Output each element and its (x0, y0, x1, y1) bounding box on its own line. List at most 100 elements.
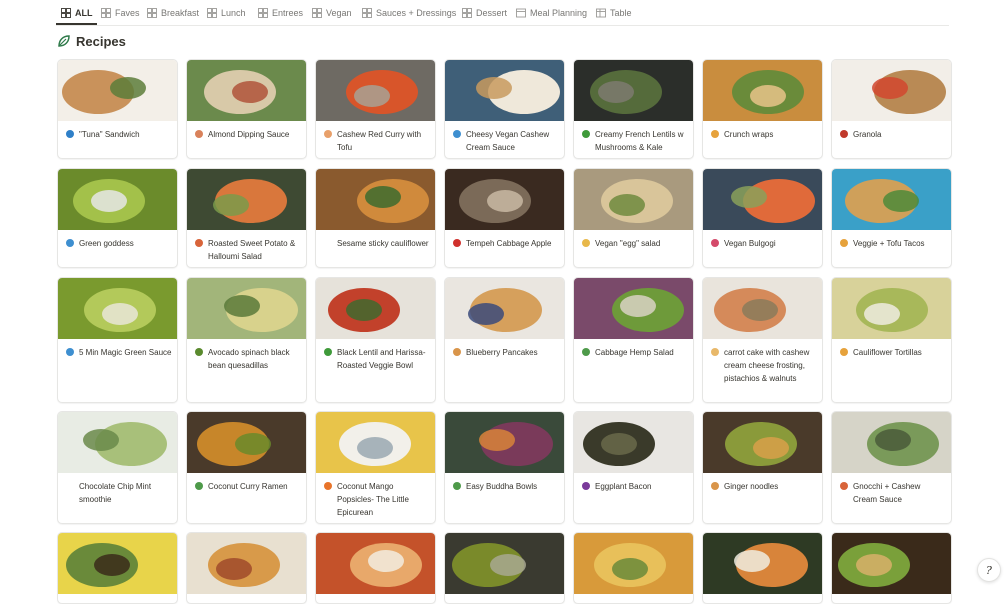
recipe-card[interactable]: Black Lentil and Harissa-Roasted Veggie … (315, 277, 436, 403)
recipe-title: Eggplant Bacon (595, 482, 652, 491)
recipe-card[interactable] (444, 532, 565, 604)
recipe-photo (574, 60, 693, 121)
recipe-photo (187, 412, 306, 473)
taco-icon (840, 348, 848, 356)
recipe-title: Ginger noodles (724, 482, 779, 491)
recipe-photo (832, 169, 951, 230)
recipe-card[interactable]: Crunch wraps (702, 59, 823, 159)
recipe-card[interactable]: Vegan "egg" salad (573, 168, 694, 268)
tab-7[interactable]: Dessert (462, 4, 507, 21)
recipe-title: Cheesy Vegan Cashew Cream Sauce (466, 130, 550, 152)
active-tab-indicator (56, 23, 97, 25)
recipe-title: Coconut Curry Ramen (208, 482, 288, 491)
pancakes-icon (453, 348, 461, 356)
taco-icon (840, 239, 848, 247)
recipe-card[interactable]: Vegan Bulgogi (702, 168, 823, 268)
table-icon (596, 8, 606, 17)
recipe-card[interactable]: 5 Min Magic Green Sauce (57, 277, 178, 403)
help-button[interactable]: ? (977, 558, 1001, 582)
recipe-card[interactable]: Avocado spinach black bean quesadillas (186, 277, 307, 403)
recipe-title: Coconut Mango Popsicles- The Little Epic… (337, 482, 409, 517)
recipe-photo (574, 533, 693, 594)
recipe-card[interactable]: Green goddess (57, 168, 178, 268)
recipe-card[interactable]: Veggie + Tofu Tacos (831, 168, 952, 268)
recipe-photo (445, 278, 564, 339)
recipe-title: Veggie + Tofu Tacos (853, 239, 925, 248)
tab-5[interactable]: Vegan (312, 4, 352, 21)
tab-9[interactable]: Table (596, 4, 632, 21)
recipe-card[interactable] (57, 532, 178, 604)
recipe-photo (445, 533, 564, 594)
recipe-title: Granola (853, 130, 882, 139)
recipe-photo (316, 169, 435, 230)
recipe-card[interactable]: Roasted Sweet Potato & Halloumi Salad (186, 168, 307, 268)
recipe-photo (445, 412, 564, 473)
ramen-icon (195, 482, 203, 490)
mango-icon (324, 482, 332, 490)
avocado-icon (195, 348, 203, 356)
recipe-title: Black Lentil and Harissa-Roasted Veggie … (337, 348, 426, 370)
tab-1[interactable]: Faves (101, 4, 140, 21)
recipe-title: Blueberry Pancakes (466, 348, 538, 357)
recipe-card[interactable]: Blueberry Pancakes (444, 277, 565, 403)
recipe-card[interactable]: Gnocchi + Cashew Cream Sauce (831, 411, 952, 524)
recipe-photo (832, 60, 951, 121)
taco-icon (711, 130, 719, 138)
grid-icon (312, 7, 322, 18)
recipe-card[interactable]: carrot cake with cashew cream cheese fro… (702, 277, 823, 403)
recipe-card[interactable]: Coconut Curry Ramen (186, 411, 307, 524)
tab-2[interactable]: Breakfast (147, 4, 199, 21)
recipe-card[interactable]: Cauliflower Tortillas (831, 277, 952, 403)
recipe-title: Almond Dipping Sauce (208, 130, 290, 139)
recipe-card[interactable]: Ginger noodles (702, 411, 823, 524)
recipe-title: Vegan Bulgogi (724, 239, 776, 248)
droplet-icon (453, 130, 461, 138)
recipe-photo (703, 60, 822, 121)
recipe-title: Easy Buddha Bowls (466, 482, 538, 491)
recipe-card[interactable]: Creamy French Lentils w Mushrooms & Kale (573, 59, 694, 159)
tab-8[interactable]: Meal Planning (516, 4, 587, 21)
sandwich-icon (582, 239, 590, 247)
recipe-card[interactable]: Sesame sticky cauliflower (315, 168, 436, 268)
recipe-title: Vegan "egg" salad (595, 239, 661, 248)
tab-0[interactable]: ALL (61, 4, 93, 21)
recipe-card[interactable]: Cashew Red Curry with Tofu (315, 59, 436, 159)
recipe-card[interactable]: Chocolate Chip Mint smoothie (57, 411, 178, 524)
recipe-photo (574, 412, 693, 473)
recipe-photo (187, 278, 306, 339)
recipe-card[interactable]: Tempeh Cabbage Apple (444, 168, 565, 268)
leaf-icon (58, 35, 70, 47)
recipe-card[interactable] (702, 532, 823, 604)
recipe-card[interactable]: Cabbage Hemp Salad (573, 277, 694, 403)
recipe-card[interactable] (186, 532, 307, 604)
tab-4[interactable]: Entrees (258, 4, 303, 21)
tab-label: ALL (75, 7, 93, 18)
recipe-photo (58, 60, 177, 121)
tab-label: Breakfast (161, 7, 200, 18)
recipe-photo (574, 169, 693, 230)
recipe-card[interactable]: Almond Dipping Sauce (186, 59, 307, 159)
recipe-photo (703, 169, 822, 230)
tab-3[interactable]: Lunch (207, 4, 246, 21)
pasta-icon (840, 482, 848, 490)
tab-label: Vegan (326, 7, 352, 18)
recipe-card[interactable]: "Tuna" Sandwich (57, 59, 178, 159)
fish-icon (66, 130, 74, 138)
recipe-title: Chocolate Chip Mint smoothie (79, 482, 152, 504)
recipe-photo (316, 278, 435, 339)
recipe-title: Roasted Sweet Potato & Halloumi Salad (208, 239, 296, 261)
recipe-card[interactable]: Granola (831, 59, 952, 159)
recipe-card[interactable] (831, 532, 952, 604)
recipe-card[interactable] (315, 532, 436, 604)
almond-icon (195, 130, 203, 138)
recipe-card[interactable]: Eggplant Bacon (573, 411, 694, 524)
tab-label: Sauces + Dressings (376, 7, 457, 18)
grid-icon (101, 7, 111, 18)
recipe-card[interactable]: Cheesy Vegan Cashew Cream Sauce (444, 59, 565, 159)
tab-label: Table (610, 7, 632, 18)
recipe-photo (58, 533, 177, 594)
recipe-card[interactable] (573, 532, 694, 604)
recipe-card[interactable]: Easy Buddha Bowls (444, 411, 565, 524)
tab-6[interactable]: Sauces + Dressings (362, 4, 456, 21)
recipe-card[interactable]: Coconut Mango Popsicles- The Little Epic… (315, 411, 436, 524)
